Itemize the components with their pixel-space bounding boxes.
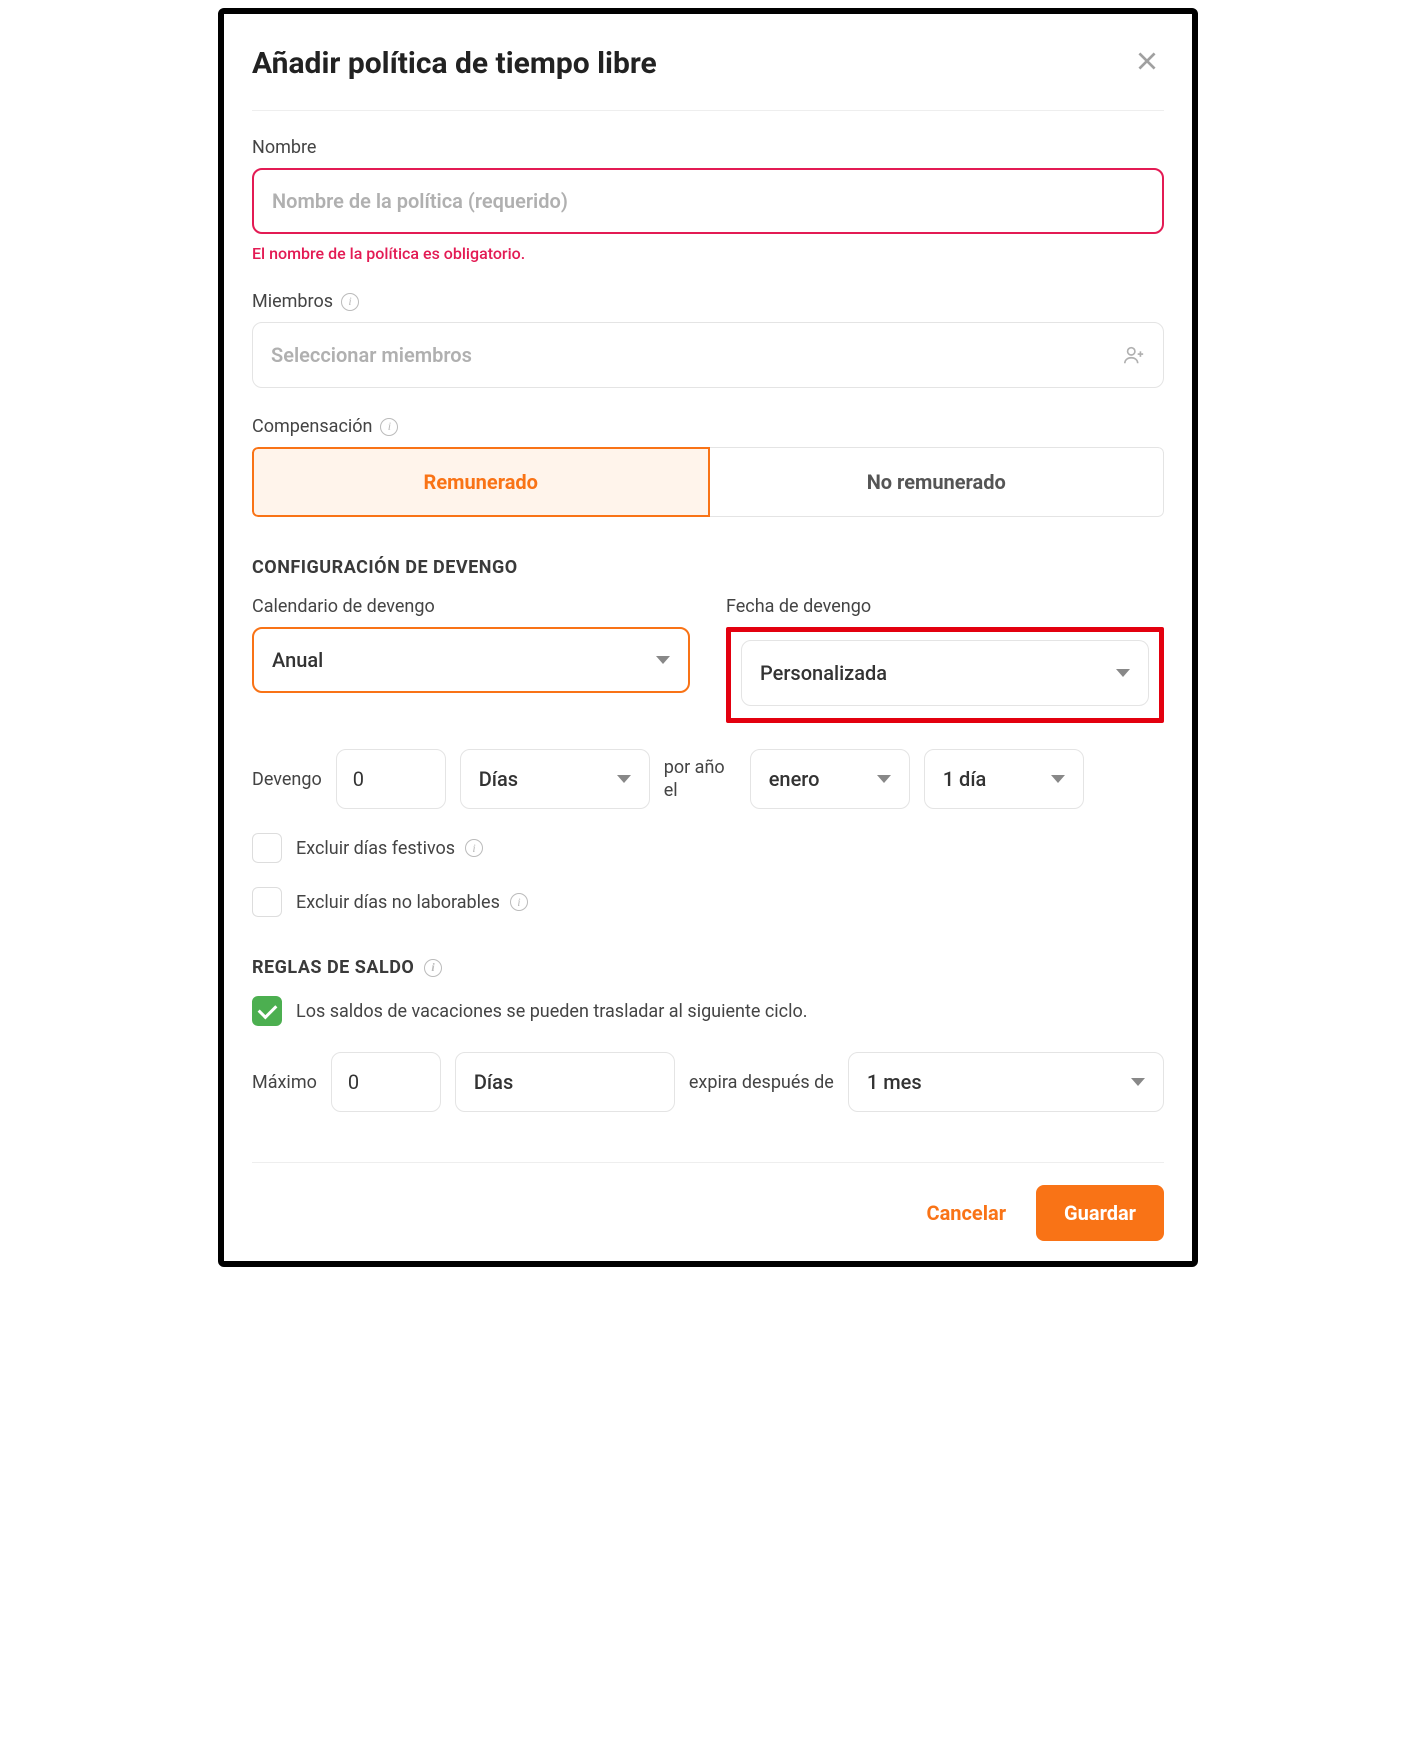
accrual-schedule-label: Calendario de devengo bbox=[252, 596, 690, 617]
accrue-unit-select[interactable]: Días bbox=[460, 749, 650, 809]
members-select[interactable]: Seleccionar miembros bbox=[252, 322, 1164, 388]
accrue-day-select[interactable]: 1 día bbox=[924, 749, 1084, 809]
accrual-date-value: Personalizada bbox=[760, 661, 887, 685]
info-icon[interactable]: i bbox=[510, 893, 528, 911]
name-error: El nombre de la política es obligatorio. bbox=[252, 244, 1164, 263]
accrue-amount-input[interactable] bbox=[336, 749, 446, 809]
chevron-down-icon bbox=[1131, 1078, 1145, 1086]
accrual-date-highlight: Personalizada bbox=[726, 627, 1164, 723]
close-icon bbox=[1134, 48, 1160, 74]
max-label: Máximo bbox=[252, 1072, 317, 1093]
accrual-section-heading: CONFIGURACIÓN DE DEVENGO bbox=[252, 557, 1164, 578]
save-button[interactable]: Guardar bbox=[1036, 1185, 1164, 1241]
per-year-label: por año el bbox=[664, 756, 736, 803]
accrual-schedule-value: Anual bbox=[272, 648, 323, 672]
balance-section-heading: REGLAS DE SALDO bbox=[252, 957, 414, 978]
expires-label: expira después de bbox=[689, 1072, 834, 1093]
compensation-paid-toggle[interactable]: Remunerado bbox=[252, 447, 710, 517]
accrue-day-value: 1 día bbox=[943, 767, 987, 791]
members-placeholder: Seleccionar miembros bbox=[271, 343, 472, 367]
max-unit-select[interactable]: Días bbox=[455, 1052, 675, 1112]
exclude-holidays-label: Excluir días festivos bbox=[296, 838, 455, 859]
accrual-schedule-select[interactable]: Anual bbox=[252, 627, 690, 693]
exclude-nonworking-checkbox[interactable] bbox=[252, 887, 282, 917]
exclude-nonworking-label: Excluir días no laborables bbox=[296, 892, 500, 913]
members-label: Miembros bbox=[252, 291, 333, 312]
chevron-down-icon bbox=[1051, 775, 1065, 783]
info-icon[interactable]: i bbox=[465, 839, 483, 857]
chevron-down-icon bbox=[617, 775, 631, 783]
accrual-date-select[interactable]: Personalizada bbox=[741, 640, 1149, 706]
exclude-holidays-checkbox[interactable] bbox=[252, 833, 282, 863]
name-input[interactable] bbox=[252, 168, 1164, 234]
accrue-unit-value: Días bbox=[479, 767, 518, 791]
max-unit-value: Días bbox=[474, 1070, 513, 1094]
rollover-checkbox[interactable] bbox=[252, 996, 282, 1026]
chevron-down-icon bbox=[877, 775, 891, 783]
expires-value: 1 mes bbox=[867, 1070, 922, 1094]
max-amount-input[interactable] bbox=[331, 1052, 441, 1112]
accrue-month-select[interactable]: enero bbox=[750, 749, 910, 809]
info-icon[interactable]: i bbox=[380, 418, 398, 436]
chevron-down-icon bbox=[1116, 669, 1130, 677]
info-icon[interactable]: i bbox=[341, 293, 359, 311]
cancel-button[interactable]: Cancelar bbox=[918, 1191, 1014, 1235]
modal-title: Añadir política de tiempo libre bbox=[252, 46, 657, 81]
accrual-date-label: Fecha de devengo bbox=[726, 596, 1164, 617]
close-button[interactable] bbox=[1130, 44, 1164, 82]
compensation-label: Compensación bbox=[252, 416, 372, 437]
accrue-month-value: enero bbox=[769, 767, 820, 791]
accrue-label: Devengo bbox=[252, 769, 322, 790]
add-user-icon bbox=[1123, 344, 1145, 366]
rollover-label: Los saldos de vacaciones se pueden trasl… bbox=[296, 1001, 807, 1022]
name-label: Nombre bbox=[252, 137, 1164, 158]
info-icon[interactable]: i bbox=[424, 959, 442, 977]
compensation-unpaid-toggle[interactable]: No remunerado bbox=[710, 447, 1165, 517]
chevron-down-icon bbox=[656, 656, 670, 664]
expires-select[interactable]: 1 mes bbox=[848, 1052, 1164, 1112]
